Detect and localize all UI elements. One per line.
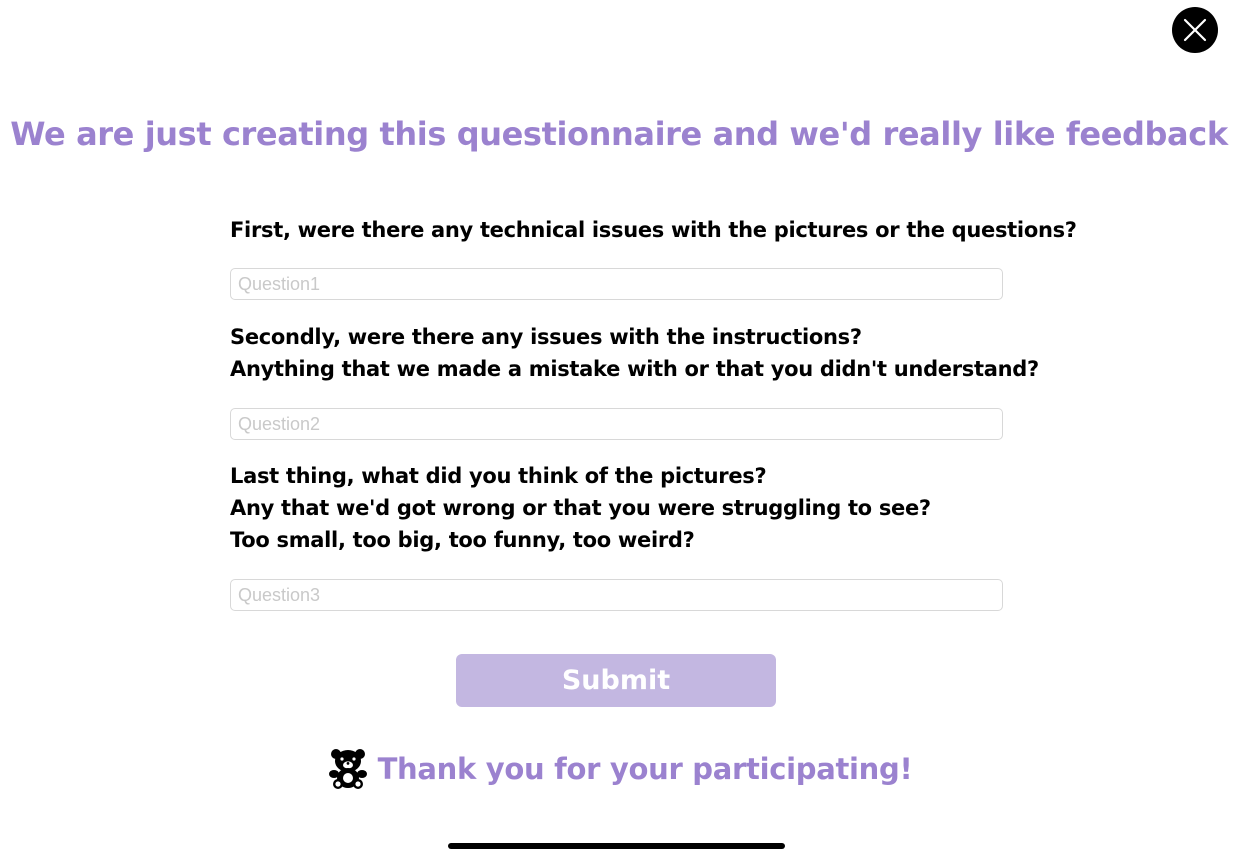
question-2-line: Anything that we made a mistake with or … xyxy=(230,357,1039,381)
thank-you-message: Thank you for your participating! xyxy=(0,744,1238,794)
close-icon xyxy=(1183,18,1207,42)
question-3-text: Last thing, what did you think of the pi… xyxy=(230,460,1030,556)
question-2-input[interactable] xyxy=(230,408,1003,440)
teddy-bear-icon xyxy=(326,748,370,790)
close-button[interactable] xyxy=(1172,7,1218,53)
question-3-line: Last thing, what did you think of the pi… xyxy=(230,464,767,488)
home-indicator[interactable] xyxy=(448,843,785,849)
question-1-line: First, were there any technical issues w… xyxy=(230,218,1077,242)
thank-you-text: Thank you for your participating! xyxy=(377,752,913,786)
question-2-text: Secondly, were there any issues with the… xyxy=(230,321,1039,385)
feedback-screen: We are just creating this questionnaire … xyxy=(0,0,1238,850)
question-2-line: Secondly, were there any issues with the… xyxy=(230,325,862,349)
submit-button[interactable]: Submit xyxy=(456,654,776,707)
question-3-line: Too small, too big, too funny, too weird… xyxy=(230,528,695,552)
question-1-text: First, were there any technical issues w… xyxy=(230,214,1077,246)
question-3-input[interactable] xyxy=(230,579,1003,611)
question-1-input[interactable] xyxy=(230,268,1003,300)
question-3-line: Any that we'd got wrong or that you were… xyxy=(230,496,931,520)
page-title: We are just creating this questionnaire … xyxy=(10,115,1228,153)
